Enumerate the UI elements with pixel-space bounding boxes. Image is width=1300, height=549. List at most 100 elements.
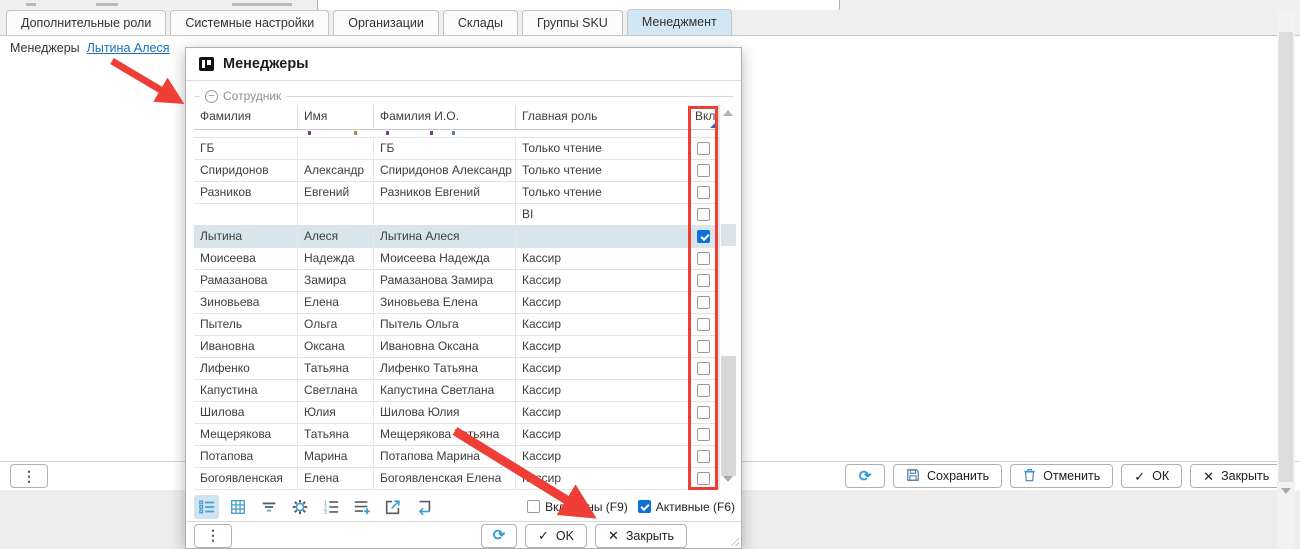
list-view-icon[interactable] <box>194 495 219 519</box>
managers-dialog: Менеджеры − Сотрудник Фамилия Имя Фамили… <box>185 47 742 549</box>
dialog-menu-button[interactable]: ⋮ <box>194 524 232 548</box>
cell-role: Только чтение <box>516 182 689 204</box>
filter-included[interactable]: Включены (F9) <box>527 500 628 514</box>
table-scroll-down-icon[interactable] <box>723 476 733 482</box>
save-button-label: Сохранить <box>927 469 989 483</box>
table-row[interactable]: РазниковЕвгенийРазников ЕвгенийТолько чт… <box>194 182 719 204</box>
table-row[interactable]: МоисееваНадеждаМоисеева НадеждаКассир <box>194 248 719 270</box>
table-row[interactable]: РамазановаЗамираРамазанова ЗамираКассир <box>194 270 719 292</box>
cell-first: Алеся <box>298 226 374 248</box>
cell-last <box>194 204 298 226</box>
tab-2[interactable]: Организации <box>333 10 439 35</box>
grid-view-icon[interactable] <box>225 495 250 519</box>
menu-dots-icon: ⋮ <box>22 468 36 485</box>
cell-role: Кассир <box>516 292 689 314</box>
filter-active[interactable]: Активные (F6) <box>638 500 735 514</box>
column-header-fullname[interactable]: Фамилия И.О. <box>374 105 516 129</box>
scrollbar-down-arrow-icon[interactable] <box>1281 488 1291 494</box>
close-button[interactable]: ✕ Закрыть <box>1190 464 1282 488</box>
tab-0[interactable]: Дополнительные роли <box>6 10 166 35</box>
main-vertical-scrollbar[interactable] <box>1277 10 1295 549</box>
clipped-text-fragment <box>26 3 36 6</box>
cell-last: Спиридонов <box>194 160 298 182</box>
employees-table: Фамилия Имя Фамилия И.О. Главная роль Вк… <box>194 105 736 490</box>
table-toolbar: 123 Включены (F9) Активные (F6) <box>186 492 741 521</box>
table-row[interactable]: ГБГБТолько чтение <box>194 138 719 160</box>
cell-first: Юлия <box>298 402 374 424</box>
tab-4[interactable]: Группы SKU <box>522 10 623 35</box>
numbered-list-icon[interactable]: 123 <box>318 495 343 519</box>
cell-role <box>516 226 689 248</box>
check-icon: ✓ <box>1134 470 1145 483</box>
check-icon: ✓ <box>538 529 549 542</box>
table-scroll-up-icon[interactable] <box>723 110 733 116</box>
tab-bar: Дополнительные ролиСистемные настройкиОр… <box>0 10 1300 36</box>
cell-full <box>374 204 516 226</box>
managers-value-link[interactable]: Лытина Алеся <box>87 41 170 55</box>
cell-first: Елена <box>298 292 374 314</box>
ok-button[interactable]: ✓ ОК <box>1121 464 1182 488</box>
save-floppy-icon <box>906 468 920 485</box>
cell-last: Богоявленская <box>194 468 298 490</box>
save-button[interactable]: Сохранить <box>893 464 1002 488</box>
column-header-lastname[interactable]: Фамилия <box>194 105 298 129</box>
settings-gear-icon[interactable] <box>287 495 312 519</box>
table-row[interactable]: МещеряковаТатьянаМещерякова ТатьянаКасси… <box>194 424 719 446</box>
trash-icon <box>1023 468 1036 485</box>
cell-role: BI <box>516 204 689 226</box>
cancel-button[interactable]: Отменить <box>1010 464 1113 488</box>
table-row[interactable]: ПытельОльгаПытель ОльгаКассир <box>194 314 719 336</box>
included-label: Включены (F9) <box>545 500 628 514</box>
cell-role: Кассир <box>516 314 689 336</box>
table-row[interactable]: КапустинаСветланаКапустина СветланаКасси… <box>194 380 719 402</box>
filter-icon[interactable] <box>256 495 281 519</box>
cell-full: Капустина Светлана <box>374 380 516 402</box>
cell-first: Ольга <box>298 314 374 336</box>
table-row[interactable]: ЛытинаАлесяЛытина Алеся <box>194 226 719 248</box>
dialog-refresh-button[interactable]: ⟳ <box>481 524 517 548</box>
column-header-firstname[interactable]: Имя <box>298 105 374 129</box>
reload-grid-icon[interactable] <box>411 495 436 519</box>
table-row[interactable]: БогоявленскаяЕленаБогоявленская ЕленаКас… <box>194 468 719 490</box>
cell-first: Татьяна <box>298 358 374 380</box>
table-row[interactable]: ПотаповаМаринаПотапова МаринаКассир <box>194 446 719 468</box>
dialog-close-button[interactable]: ✕ Закрыть <box>595 524 687 548</box>
menu-dots-icon: ⋮ <box>206 527 220 544</box>
cell-role: Кассир <box>516 446 689 468</box>
table-row[interactable]: СпиридоновАлександрСпиридонов АлександрТ… <box>194 160 719 182</box>
refresh-button[interactable]: ⟳ <box>845 464 885 488</box>
clipped-text-input[interactable] <box>317 0 840 10</box>
cell-full: Рамазанова Замира <box>374 270 516 292</box>
tab-1[interactable]: Системные настройки <box>170 10 329 35</box>
cell-last: Рамазанова <box>194 270 298 292</box>
table-row[interactable]: ШиловаЮлияШилова ЮлияКассир <box>194 402 719 424</box>
cell-last: Потапова <box>194 446 298 468</box>
table-scrollbar-thumb[interactable] <box>721 356 736 476</box>
cell-full: Лифенко Татьяна <box>374 358 516 380</box>
cell-last: Лифенко <box>194 358 298 380</box>
collapse-group-icon[interactable]: − <box>205 90 218 103</box>
table-row[interactable]: ИвановнаОксанаИвановна ОксанаКассир <box>194 336 719 358</box>
tab-3[interactable]: Склады <box>443 10 518 35</box>
table-row[interactable]: ЗиновьеваЕленаЗиновьева ЕленаКассир <box>194 292 719 314</box>
column-header-role[interactable]: Главная роль <box>516 105 689 129</box>
included-checkbox[interactable] <box>527 500 540 513</box>
dialog-ok-button[interactable]: ✓ OK <box>525 524 587 548</box>
cell-last: Зиновьева <box>194 292 298 314</box>
table-row[interactable]: ЛифенкоТатьянаЛифенко ТатьянаКассир <box>194 358 719 380</box>
tab-5[interactable]: Менеджмент <box>627 9 732 35</box>
employee-group-label: Сотрудник <box>223 89 281 103</box>
active-checkbox[interactable] <box>638 500 651 513</box>
cell-role: Кассир <box>516 358 689 380</box>
main-menu-button[interactable]: ⋮ <box>10 464 48 488</box>
cell-full: Лытина Алеся <box>374 226 516 248</box>
scrollbar-thumb[interactable] <box>1279 32 1293 482</box>
table-vertical-scrollbar[interactable] <box>719 105 736 488</box>
export-icon[interactable] <box>380 495 405 519</box>
table-row[interactable]: BI <box>194 204 719 226</box>
add-row-icon[interactable] <box>349 495 374 519</box>
selection-position-marker <box>721 224 736 246</box>
cell-first: Елена <box>298 468 374 490</box>
cell-full: Потапова Марина <box>374 446 516 468</box>
close-button-label: Закрыть <box>1221 469 1269 483</box>
